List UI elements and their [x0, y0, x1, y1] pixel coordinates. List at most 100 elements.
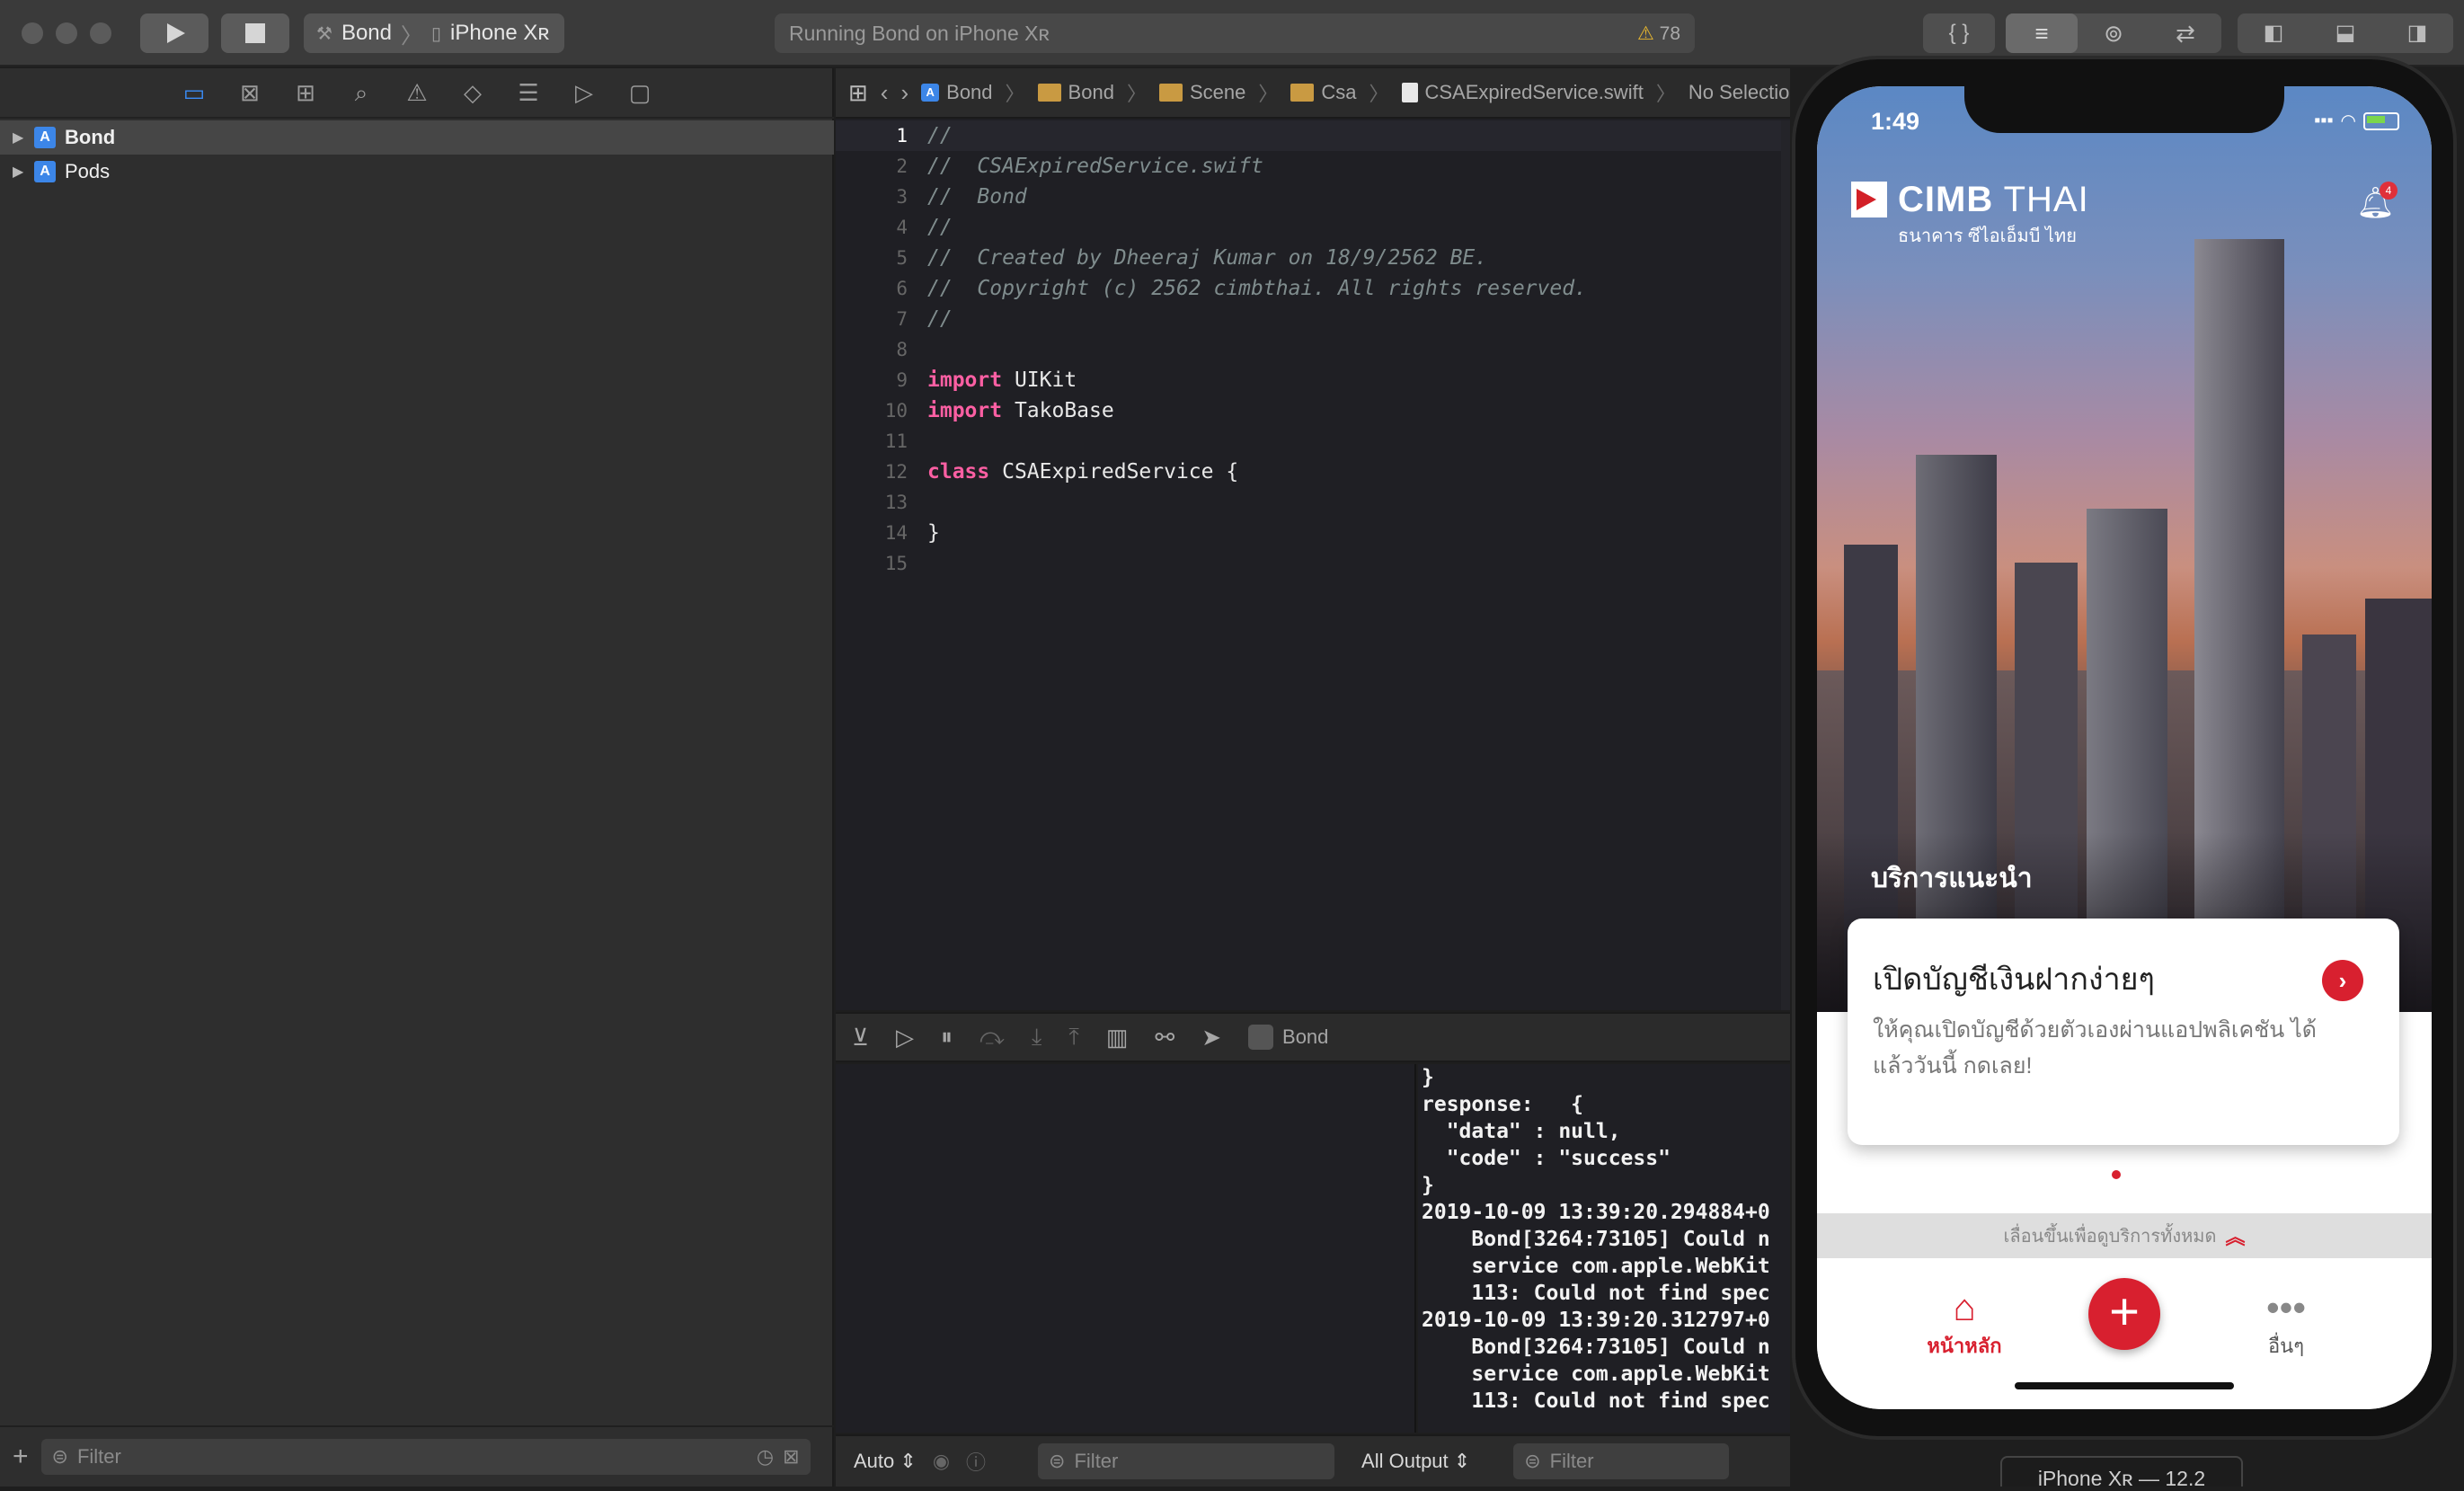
line-number: 5: [896, 247, 908, 269]
disclosure-triangle-icon[interactable]: ▶: [13, 129, 25, 146]
memory-graph-icon[interactable]: ⚯: [1155, 1024, 1174, 1052]
breadcrumb-separator: 〉: [1005, 83, 1025, 105]
notification-badge: 4: [2380, 182, 2398, 200]
tree-item-label: Bond: [65, 126, 116, 148]
toggle-inspector-button[interactable]: ◨: [2381, 13, 2453, 53]
variables-view[interactable]: [836, 1064, 1416, 1433]
back-icon[interactable]: ‹: [881, 79, 889, 107]
line-number: 4: [896, 217, 908, 238]
source-control-icon[interactable]: ⊠: [236, 79, 263, 106]
updown-chevron-icon: ⇕: [900, 1450, 917, 1472]
bottom-panel-icon: ⬓: [2335, 21, 2356, 45]
scheme-selector[interactable]: ⚒ Bond 〉 ▯ iPhone Xʀ: [304, 13, 564, 53]
source-control-filter-icon[interactable]: ⊠: [783, 1445, 799, 1469]
code-line: //: [927, 124, 953, 147]
lines-icon: ≡: [2034, 20, 2049, 47]
activity-status: Running Bond on iPhone Xʀ: [789, 21, 1050, 45]
version-editor-button[interactable]: ⇄: [2149, 13, 2221, 53]
carousel-dot[interactable]: [2130, 1170, 2139, 1179]
console-filter-field[interactable]: ⊜ Filter: [1513, 1443, 1730, 1479]
jump-bar: ⊞ ‹ › A Bond 〉 Bond 〉 Scene 〉 Csa 〉 CSAEx…: [836, 68, 1790, 119]
step-into-icon[interactable]: ⤓: [1032, 1023, 1042, 1052]
library-button[interactable]: { }: [1923, 13, 1995, 53]
recent-files-icon[interactable]: ◷: [757, 1445, 774, 1469]
home-indicator[interactable]: [2015, 1382, 2234, 1389]
line-number: 7: [896, 308, 908, 330]
breadcrumb-group[interactable]: Csa: [1290, 81, 1356, 104]
minimize-window-button[interactable]: [56, 22, 77, 44]
code-line: import UIKit: [927, 368, 1077, 392]
run-button[interactable]: [140, 13, 208, 53]
issue-icon[interactable]: ⚠: [403, 79, 430, 106]
tab-more[interactable]: ••• อื่นๆ: [2214, 1285, 2358, 1362]
folder-icon[interactable]: ▭: [181, 79, 208, 106]
console-output: } response: { "data" : null, "code" : "s…: [1422, 1066, 1770, 1413]
tree-item-bond[interactable]: ▶ A Bond: [0, 120, 834, 155]
breadcrumb-project[interactable]: A Bond: [921, 81, 993, 104]
variables-filter-field[interactable]: ⊜ Filter: [1038, 1443, 1335, 1479]
scheme-name: Bond: [341, 21, 392, 45]
simulator-screen[interactable]: 1:49 ▪▪▪ ◠ CIMB THAI ธนาคาร ซีไอเอ็มบี ไ…: [1817, 86, 2432, 1409]
forward-icon[interactable]: ›: [900, 79, 908, 107]
swipe-up-hint[interactable]: เลื่อนขึ้นเพื่อดูบริการทั้งหมด ︽: [1817, 1213, 2432, 1258]
code-text-area[interactable]: // // CSAExpiredService.swift // Bond // // …: [927, 120, 1772, 579]
info-icon[interactable]: ⓘ: [966, 1447, 986, 1476]
filter-icon: ⊜: [1524, 1450, 1541, 1472]
standard-editor-button[interactable]: ≡: [2006, 13, 2078, 53]
breadcrumb-group[interactable]: Scene: [1158, 81, 1245, 104]
chevron-right-icon[interactable]: ›: [2322, 960, 2363, 1001]
line-number: 2: [896, 155, 908, 177]
battery-icon: [2363, 111, 2399, 130]
line-number: 6: [896, 278, 908, 299]
breadcrumb-separator: 〉: [1258, 83, 1279, 105]
debug-bottom-bar: Auto ⇕ ◉ ⓘ ⊜ Filter All Output ⇕ ⊜ Filte…: [836, 1434, 1790, 1487]
code-line: //: [927, 216, 953, 239]
step-out-icon[interactable]: ⤒: [1068, 1023, 1079, 1052]
toggle-navigator-button[interactable]: ◧: [2238, 13, 2309, 53]
add-icon[interactable]: +: [13, 1442, 29, 1472]
report-icon[interactable]: ▢: [626, 79, 653, 106]
home-icon: ⌂: [1953, 1286, 1976, 1328]
breadcrumb-selection[interactable]: No Selection: [1688, 81, 1790, 104]
signal-icon: ▪▪▪: [2314, 111, 2334, 130]
process-selector[interactable]: Bond: [1248, 1025, 1328, 1050]
related-items-icon[interactable]: ⊞: [848, 79, 868, 107]
variables-mode-popup[interactable]: Auto ⇕: [854, 1450, 917, 1473]
pause-icon[interactable]: ⏸: [941, 1023, 953, 1052]
carousel-dot-active[interactable]: [2112, 1170, 2121, 1179]
navigator-filter-bar: + ⊜ Filter ◷ ⊠: [0, 1425, 834, 1487]
view-debugger-icon[interactable]: ▥: [1106, 1024, 1129, 1052]
symbol-icon[interactable]: ⊞: [292, 79, 319, 106]
breadcrumb-group[interactable]: Bond: [1037, 81, 1114, 104]
warning-indicator[interactable]: ⚠ 78: [1637, 22, 1680, 45]
breakpoints-toggle-icon[interactable]: ▷: [896, 1024, 914, 1052]
promo-card[interactable]: เปิดบัญชีเงินฝากง่ายๆ ให้คุณเปิดบัญชีด้ว…: [1848, 919, 2399, 1145]
disclosure-triangle-icon[interactable]: ▶: [13, 163, 25, 181]
hide-debug-area-icon[interactable]: ⊻: [852, 1024, 869, 1052]
zoom-window-button[interactable]: [90, 22, 111, 44]
simulate-location-icon[interactable]: ➤: [1201, 1024, 1221, 1052]
assistant-editor-button[interactable]: ⊚: [2078, 13, 2149, 53]
editor-scrollbar[interactable]: [1781, 120, 1790, 1010]
eye-icon[interactable]: ◉: [933, 1450, 950, 1473]
tree-item-pods[interactable]: ▶ A Pods: [0, 155, 834, 189]
step-over-icon[interactable]: ⤼: [979, 1023, 1005, 1052]
test-icon[interactable]: ◇: [459, 79, 486, 106]
debug-icon[interactable]: ☰: [515, 79, 542, 106]
find-icon[interactable]: ⌕: [348, 79, 375, 106]
toggle-debug-area-button[interactable]: ⬓: [2309, 13, 2381, 53]
close-window-button[interactable]: [22, 22, 43, 44]
project-icon: A: [34, 127, 56, 148]
code-line: class CSAExpiredService {: [927, 460, 1239, 484]
tab-home[interactable]: ⌂ หน้าหลัก: [1892, 1285, 2036, 1362]
output-mode-popup[interactable]: All Output ⇕: [1361, 1450, 1470, 1473]
stop-button[interactable]: [221, 13, 289, 53]
breakpoint-icon[interactable]: ▷: [571, 79, 598, 106]
folder-icon: [1037, 84, 1061, 102]
add-action-button[interactable]: +: [2088, 1278, 2160, 1350]
navigator-filter-field[interactable]: ⊜ Filter ◷ ⊠: [40, 1439, 811, 1475]
breadcrumb-file[interactable]: CSAExpiredService.swift: [1401, 81, 1644, 104]
console-view[interactable]: } response: { "data" : null, "code" : "s…: [1418, 1064, 1790, 1433]
notification-button[interactable]: 🔔︎ 4: [2356, 182, 2398, 225]
